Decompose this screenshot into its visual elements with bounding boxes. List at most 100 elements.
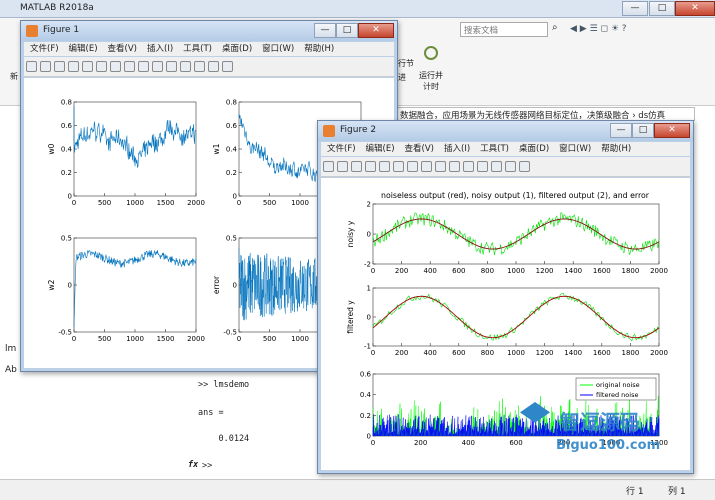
x-tick-label: 1000 xyxy=(126,335,144,343)
menu-insert[interactable]: 插入(I) xyxy=(147,44,173,54)
legend-icon[interactable] xyxy=(490,161,502,172)
figure-2-title: Figure 2 xyxy=(340,125,377,135)
colorbar-icon[interactable] xyxy=(476,161,488,172)
fx-icon[interactable]: fx xyxy=(188,460,198,470)
menu-desktop[interactable]: 桌面(D) xyxy=(519,144,549,154)
x-tick-label: 400 xyxy=(462,439,475,447)
figure-1-toolbar xyxy=(24,57,394,77)
menu-file[interactable]: 文件(F) xyxy=(327,144,356,154)
dock-icon[interactable] xyxy=(221,61,233,72)
toolbar-icons[interactable]: ◀ ▶ ☰ ◻ ☀ ? xyxy=(570,24,690,36)
x-tick-label: 1200 xyxy=(536,349,554,357)
menu-tools[interactable]: 工具(T) xyxy=(480,144,509,154)
matlab-logo-icon xyxy=(26,25,38,37)
menu-help[interactable]: 帮助(H) xyxy=(601,144,631,154)
data-cursor-icon[interactable] xyxy=(151,61,163,72)
menu-window[interactable]: 窗口(W) xyxy=(262,44,294,54)
y-axis-label: error xyxy=(212,275,221,294)
legend-icon[interactable] xyxy=(193,61,205,72)
print-icon[interactable] xyxy=(67,61,79,72)
data-cursor-icon[interactable] xyxy=(448,161,460,172)
run-time-icon[interactable] xyxy=(424,46,438,60)
maximize-button[interactable]: □ xyxy=(336,23,358,38)
brush-icon[interactable] xyxy=(165,61,177,72)
close-button[interactable]: ✕ xyxy=(654,123,690,138)
y-tick-label: 0 xyxy=(68,282,72,290)
x-tick-label: 500 xyxy=(98,199,111,207)
x-tick-label: 600 xyxy=(452,267,465,275)
doc-search-input[interactable]: 搜索文档 xyxy=(460,22,548,37)
y-tick-label: -0.5 xyxy=(223,329,237,337)
menu-view[interactable]: 查看(V) xyxy=(108,44,137,54)
minimize-button[interactable]: — xyxy=(622,1,648,16)
print-icon[interactable] xyxy=(364,161,376,172)
y-tick-label: 0.6 xyxy=(61,122,73,130)
colorbar-icon[interactable] xyxy=(179,61,191,72)
pan-icon[interactable] xyxy=(123,61,135,72)
y-axis-label: w2 xyxy=(47,279,56,290)
rotate-icon[interactable] xyxy=(434,161,446,172)
menu-edit[interactable]: 编辑(E) xyxy=(69,44,98,54)
minimize-button[interactable]: — xyxy=(314,23,336,38)
maximize-button[interactable]: □ xyxy=(649,1,675,16)
x-tick-label: 1800 xyxy=(621,349,639,357)
command-line: 0.0124 xyxy=(198,434,250,444)
new-figure-icon[interactable] xyxy=(25,61,37,72)
menu-window[interactable]: 窗口(W) xyxy=(559,144,591,154)
y-tick-label: 0.2 xyxy=(226,169,237,177)
dock-icon[interactable] xyxy=(518,161,530,172)
minimize-button[interactable]: — xyxy=(610,123,632,138)
y-tick-label: 0.2 xyxy=(360,412,371,420)
x-tick-label: 0 xyxy=(237,335,241,343)
x-tick-label: 1600 xyxy=(593,267,611,275)
x-tick-label: 0 xyxy=(371,267,375,275)
menu-desktop[interactable]: 桌面(D) xyxy=(222,44,252,54)
ribbon-label[interactable]: 行节 xyxy=(398,58,414,69)
search-icon[interactable]: ⌕ xyxy=(552,22,564,36)
zoom-in-icon[interactable] xyxy=(95,61,107,72)
y-axis-label: w0 xyxy=(47,143,56,154)
save-icon[interactable] xyxy=(53,61,65,72)
x-tick-label: 1600 xyxy=(593,349,611,357)
menu-file[interactable]: 文件(F) xyxy=(30,44,59,54)
y-tick-label: 0.4 xyxy=(360,391,372,399)
hide-tools-icon[interactable] xyxy=(207,61,219,72)
y-tick-label: 0.4 xyxy=(61,146,73,154)
address-bar[interactable]: 数据融合，应用场景为无线传感器网络目标定位，决策级融合 › ds仿真 xyxy=(395,107,695,121)
open-icon[interactable] xyxy=(39,61,51,72)
command-window[interactable]: >> lmsdemo ans = 0.0124 fx >> xyxy=(188,370,325,478)
zoom-out-icon[interactable] xyxy=(406,161,418,172)
y-tick-label: 0 xyxy=(68,193,72,201)
zoom-out-icon[interactable] xyxy=(109,61,121,72)
new-figure-icon[interactable] xyxy=(322,161,334,172)
menu-view[interactable]: 查看(V) xyxy=(405,144,434,154)
menu-insert[interactable]: 插入(I) xyxy=(444,144,470,154)
command-prompt[interactable]: >> xyxy=(202,461,212,471)
brush-icon[interactable] xyxy=(462,161,474,172)
close-button[interactable]: ✕ xyxy=(358,23,394,38)
zoom-in-icon[interactable] xyxy=(392,161,404,172)
menu-help[interactable]: 帮助(H) xyxy=(304,44,334,54)
new-label[interactable]: 新 xyxy=(10,71,18,82)
y-tick-label: -1 xyxy=(364,343,371,351)
pointer-icon[interactable] xyxy=(81,61,93,72)
open-icon[interactable] xyxy=(336,161,348,172)
x-tick-label: 200 xyxy=(414,439,427,447)
close-button[interactable]: ✕ xyxy=(675,1,715,16)
hide-tools-icon[interactable] xyxy=(504,161,516,172)
pointer-icon[interactable] xyxy=(378,161,390,172)
y-tick-label: -0.5 xyxy=(58,329,72,337)
pan-icon[interactable] xyxy=(420,161,432,172)
menu-edit[interactable]: 编辑(E) xyxy=(366,144,395,154)
y-tick-label: 0.8 xyxy=(226,99,237,107)
maximize-button[interactable]: □ xyxy=(632,123,654,138)
x-tick-label: 2000 xyxy=(650,267,668,275)
menu-tools[interactable]: 工具(T) xyxy=(183,44,212,54)
run-time-label[interactable]: 运行并 计时 xyxy=(419,70,443,92)
rotate-icon[interactable] xyxy=(137,61,149,72)
save-icon[interactable] xyxy=(350,161,362,172)
x-tick-label: 0 xyxy=(237,199,241,207)
x-tick-label: 500 xyxy=(98,335,111,343)
ribbon-label: 进 xyxy=(398,73,406,82)
y-tick-label: 0 xyxy=(367,231,371,239)
